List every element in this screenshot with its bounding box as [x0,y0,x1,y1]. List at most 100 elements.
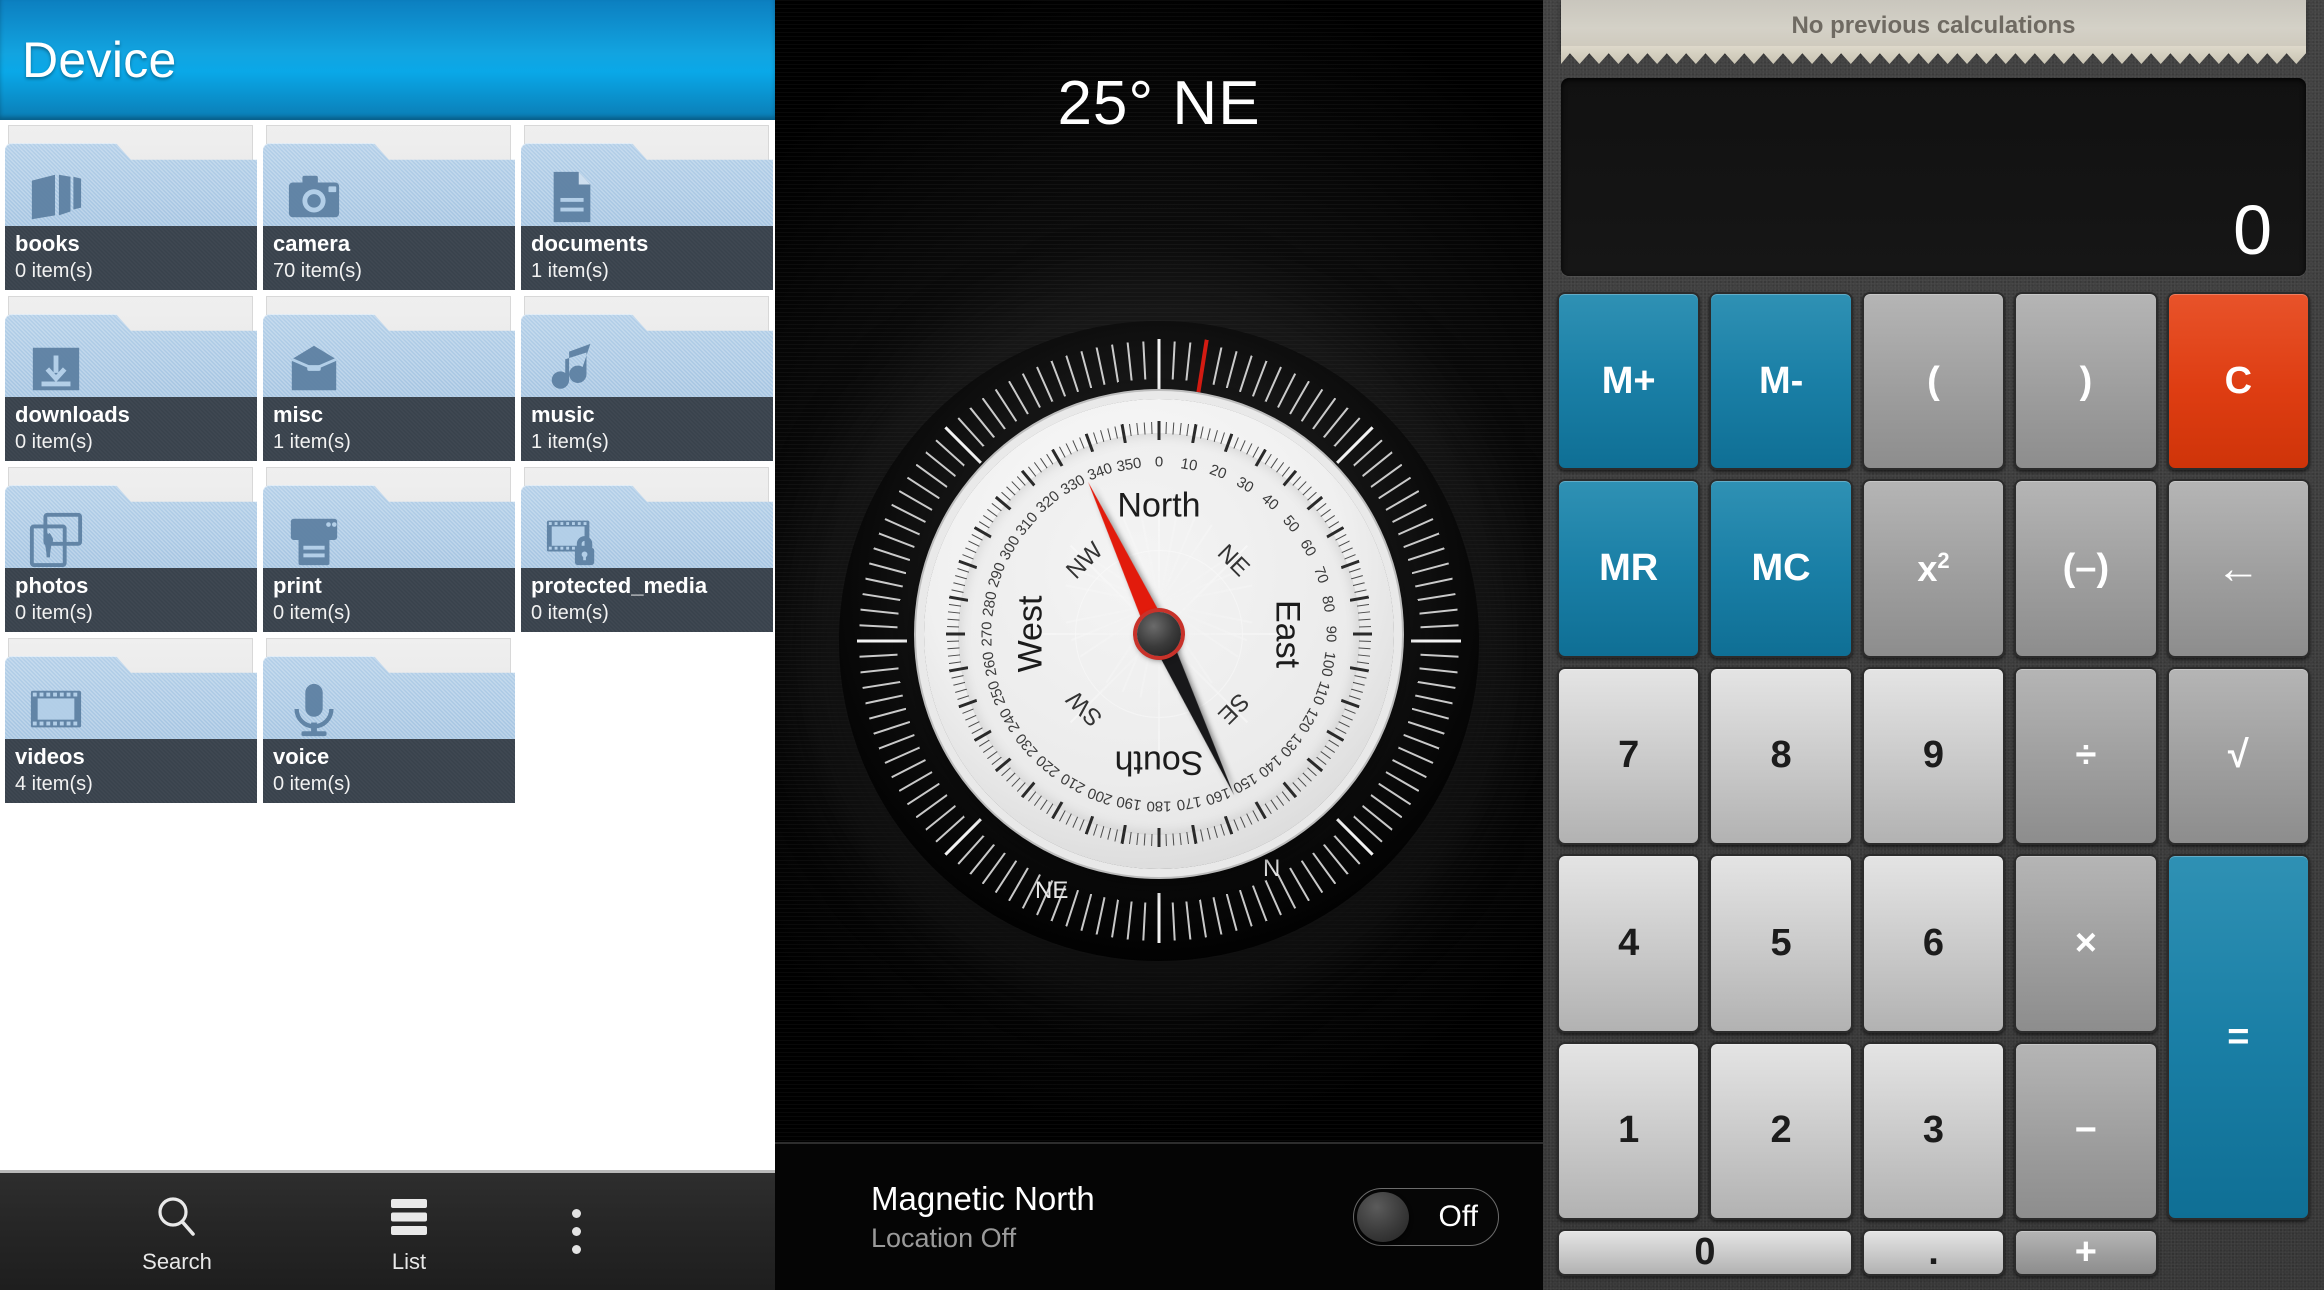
key-label: ← [2216,543,2261,593]
list-icon [385,1189,433,1245]
memory-recall-button[interactable]: MR [1557,479,1701,658]
degree-label: 0 [1154,453,1164,471]
folder-item-count: 0 item(s) [273,602,351,624]
negate-button[interactable]: (–) [2014,479,2158,658]
open-paren-button[interactable]: ( [1861,292,2006,471]
key-label: 5 [1770,921,1792,964]
decimal-point-button[interactable]: . [1861,1228,2006,1276]
key-label: MC [1751,547,1811,590]
key-label: − [2074,1109,2097,1152]
cardinal-west: West [1011,595,1050,673]
clear-button[interactable]: C [2166,292,2310,471]
folder-grid-scroll[interactable]: books 0 item(s) camera 70 item(s) documents 1… [0,120,775,1170]
multiply-button[interactable]: × [2014,854,2158,1033]
degree-label: 260 [979,650,1001,678]
folder-tile[interactable]: camera 70 item(s) [263,125,515,290]
backspace-button[interactable]: ← [2166,479,2310,658]
square-button[interactable]: x2 [1861,479,2006,658]
add-button[interactable]: + [2014,1228,2158,1276]
folder-label-bar: music 1 item(s) [521,397,773,461]
compass-location-status: Location Off [871,1223,1017,1253]
folder-item-count: 0 item(s) [15,602,93,624]
key-label: 4 [1618,921,1640,964]
degree-label: 80 [1318,594,1339,614]
folder-tile[interactable]: downloads 0 item(s) [5,296,257,461]
key-label: 0 [1694,1230,1716,1273]
cardinal-north: North [1117,486,1201,525]
kebab-dot-icon [571,1245,581,1254]
folder-name: photos [15,573,89,598]
folder-tile[interactable]: protected_media 0 item(s) [521,467,773,632]
folder-tile[interactable]: books 0 item(s) [5,125,257,290]
memory-clear-button[interactable]: MC [1709,479,1853,658]
digit-0-button[interactable]: 0 [1557,1228,1853,1276]
folder-label-bar: print 0 item(s) [263,568,515,632]
degree-label: 270 [978,621,996,647]
digit-8-button[interactable]: 8 [1709,666,1853,846]
compass-dial-area[interactable]: NE N 0 10 20 30 40 50 60 70 80 90 100 110 120 130 140 1… [775,139,1543,1142]
memory-add-button[interactable]: M+ [1557,292,1701,471]
equals-button[interactable]: = [2166,854,2310,1220]
cardinal-east: East [1268,600,1307,669]
folder-tile[interactable]: music 1 item(s) [521,296,773,461]
folder-tile[interactable]: misc 1 item(s) [263,296,515,461]
subtract-button[interactable]: − [2014,1041,2158,1220]
memory-subtract-button[interactable]: M- [1709,292,1853,471]
digit-4-button[interactable]: 4 [1557,854,1701,1033]
key-label: ÷ [2075,734,2097,777]
tape-tear-edge-icon [1561,46,2306,64]
toggle-state-label: Off [1438,1200,1478,1233]
calculator-display: 0 [1561,78,2306,276]
digit-2-button[interactable]: 2 [1709,1041,1853,1220]
digit-5-button[interactable]: 5 [1709,854,1853,1033]
calculator-keypad: M+ M- () C MR MC x2 (–) ← 7 8 9 ÷ √ 4 5 6 × = 1 2 3 − 0. + [1557,292,2310,1276]
key-label: 9 [1922,734,1945,777]
kebab-dot-icon [571,1209,581,1218]
digit-7-button[interactable]: 7 [1557,666,1701,846]
digit-9-button[interactable]: 9 [1861,666,2006,846]
folder-name: videos [15,744,85,769]
book-icon [27,169,85,225]
close-paren-button[interactable]: ) [2014,292,2158,471]
compass-footer: Magnetic North Location Off Off [775,1142,1543,1290]
search-button[interactable]: Search [92,1189,262,1275]
tape-message: No previous calculations [1791,12,2076,39]
calculator-panel: No previous calculations 0 M+ M- () C MR MC x2… [1543,0,2324,1290]
key-label: + [2074,1230,2097,1273]
key-label: M- [1758,359,1804,402]
key-label: (–) [2062,547,2110,590]
document-icon [543,169,601,225]
folder-tile[interactable]: videos 4 item(s) [5,638,257,803]
compass-needle-hub [1137,612,1181,657]
download-icon [27,340,85,396]
compass-dial-face: 0 10 20 30 40 50 60 70 80 90 100 110 120 130 140 150 160… [924,399,1394,870]
digit-6-button[interactable]: 6 [1861,854,2006,1033]
film-icon [27,682,85,738]
location-toggle[interactable]: Off [1353,1188,1499,1246]
folder-tile[interactable]: voice 0 item(s) [263,638,515,803]
compass-dial: 0 10 20 30 40 50 60 70 80 90 100 110 120 130 140 150 160… [924,399,1394,870]
key-label: 2 [1770,1109,1792,1152]
calculator-tape[interactable]: No previous calculations [1561,0,2306,64]
folder-label-bar: videos 4 item(s) [5,739,257,803]
folder-name: print [273,573,322,598]
digit-3-button[interactable]: 3 [1861,1041,2006,1220]
folder-tile[interactable]: documents 1 item(s) [521,125,773,290]
folder-name: camera [273,231,351,256]
divide-button[interactable]: ÷ [2014,666,2158,846]
folder-tile[interactable]: photos 0 item(s) [5,467,257,632]
compass-bezel: NE N 0 10 20 30 40 50 60 70 80 90 100 110 120 130 140 1… [839,320,1479,961]
folder-item-count: 0 item(s) [531,602,609,624]
key-label: 3 [1922,1109,1945,1152]
list-view-button[interactable]: List [324,1189,494,1275]
display-value: 0 [2233,191,2272,269]
folder-name: misc [273,402,324,427]
digit-1-button[interactable]: 1 [1557,1041,1701,1220]
overflow-menu-button[interactable] [546,1187,606,1277]
key-label: ) [2079,359,2093,402]
camera-icon [285,169,343,225]
key-label: ( [1927,359,1940,402]
square-root-button[interactable]: √ [2166,666,2310,846]
folder-name: books [15,231,80,256]
folder-tile[interactable]: print 0 item(s) [263,467,515,632]
